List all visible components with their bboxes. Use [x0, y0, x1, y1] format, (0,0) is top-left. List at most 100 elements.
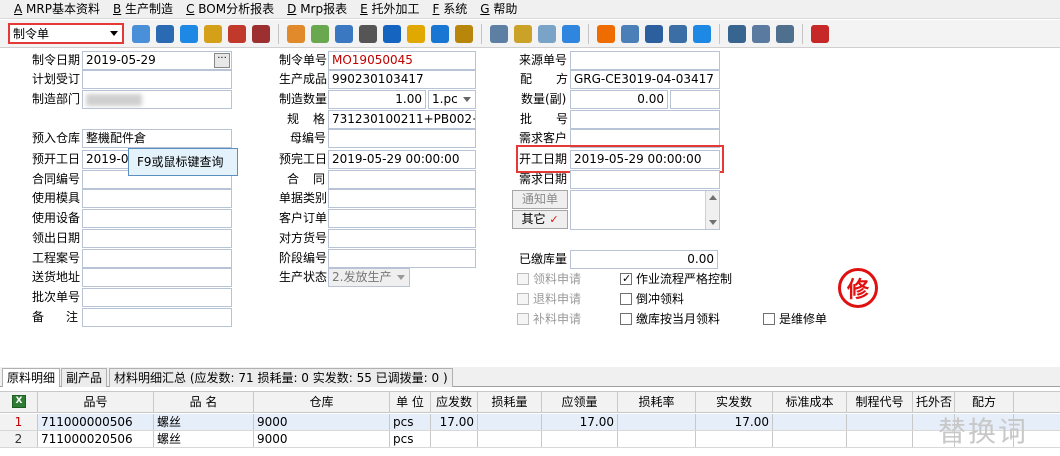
close-window-icon[interactable]	[752, 25, 770, 43]
table-cell[interactable]: 9000	[254, 431, 390, 447]
briefcase-icon[interactable]	[228, 25, 246, 43]
doc-type-field[interactable]	[328, 189, 476, 208]
arrow-icon[interactable]	[359, 25, 377, 43]
check-icon[interactable]	[562, 25, 580, 43]
stocked-qty-field[interactable]: 0.00	[570, 250, 718, 269]
table-cell[interactable]: 17.00	[696, 414, 773, 430]
demand-date-field[interactable]	[570, 170, 720, 189]
notice-button[interactable]: 通知单	[512, 190, 568, 209]
cart-icon[interactable]	[431, 25, 449, 43]
cust-part-field[interactable]	[328, 229, 476, 248]
print-icon[interactable]	[252, 25, 270, 43]
restore-icon[interactable]	[776, 25, 794, 43]
table-cell[interactable]	[431, 431, 478, 447]
table-cell[interactable]	[542, 431, 618, 447]
menu-item-c[interactable]: C BOM分析报表	[180, 0, 281, 19]
table-cell[interactable]	[618, 414, 696, 430]
tab-material-summary[interactable]: 材料明细汇总 (应发数: 71 损耗量: 0 实发数: 55 已调拨量: 0 )	[109, 368, 453, 387]
cust-order-field[interactable]	[328, 209, 476, 228]
menu-item-f[interactable]: F 系统	[427, 0, 475, 19]
qty-field[interactable]: 1.00	[328, 90, 426, 109]
search-icon[interactable]	[621, 25, 639, 43]
table-cell[interactable]	[478, 431, 542, 447]
checkbox-6[interactable]	[763, 313, 775, 325]
column-header[interactable]: 实发数	[696, 392, 773, 412]
excel-export-cell[interactable]: X	[0, 392, 38, 412]
table-cell[interactable]	[478, 414, 542, 430]
date-picker-button[interactable]: ···	[214, 53, 230, 68]
scroll-up-icon[interactable]	[709, 195, 717, 200]
table-cell[interactable]: 9000	[254, 414, 390, 430]
plan-finish-field[interactable]: 2019-05-29 00:00:00	[328, 150, 476, 169]
table-row[interactable]: 1 711000000506 螺丝 9000 pcs 17.00 17.00 17.00	[0, 414, 1060, 431]
download-icon[interactable]	[407, 25, 425, 43]
table-cell[interactable]	[618, 431, 696, 447]
qty-sub-field[interactable]: 0.00	[570, 90, 668, 109]
table-cell[interactable]	[773, 431, 847, 447]
project-field[interactable]	[82, 249, 232, 268]
table-cell[interactable]: 螺丝	[154, 431, 254, 447]
column-header[interactable]: 应领量	[542, 392, 618, 412]
table-cell[interactable]: pcs	[390, 431, 431, 447]
order-date-field[interactable]: 2019-05-29	[82, 51, 232, 70]
qty-sub-unit-field[interactable]	[670, 90, 720, 109]
checkbox-1[interactable]: ✓	[620, 272, 632, 285]
monitor-icon[interactable]	[669, 25, 687, 43]
prod-status-select[interactable]: 2.发放生产	[328, 268, 410, 287]
other-button[interactable]: 其它 ✓	[512, 210, 568, 229]
money-icon[interactable]	[455, 25, 473, 43]
column-header[interactable]: 制程代号	[847, 392, 913, 412]
column-header[interactable]: 品号	[38, 392, 154, 412]
stage-field[interactable]	[328, 249, 476, 268]
mail-icon[interactable]	[311, 25, 329, 43]
help-icon[interactable]	[383, 25, 401, 43]
sync-icon[interactable]	[693, 25, 711, 43]
excel-icon[interactable]: X	[12, 395, 26, 408]
scrollbar[interactable]	[705, 191, 719, 229]
column-header[interactable]: 品 名	[154, 392, 254, 412]
notes-textarea[interactable]	[570, 190, 720, 230]
upload-icon[interactable]	[335, 25, 353, 43]
product-field[interactable]: 990230103417	[328, 70, 476, 89]
table-cell[interactable]	[773, 414, 847, 430]
batch-no-field[interactable]	[570, 110, 720, 129]
table-cell[interactable]: pcs	[390, 414, 431, 430]
menu-item-g[interactable]: G 帮助	[474, 0, 524, 19]
qty-unit-select[interactable]: 1.pc	[428, 90, 476, 109]
order-no-field[interactable]: MO19050045	[328, 51, 476, 70]
column-header[interactable]: 损耗量	[478, 392, 542, 412]
menu-item-a[interactable]: A MRP基本资料	[8, 0, 107, 19]
copy-icon[interactable]	[132, 25, 150, 43]
column-header[interactable]: 标准成本	[773, 392, 847, 412]
plan-dept-field[interactable]	[82, 70, 232, 89]
doc-type-select[interactable]: 制令单	[8, 23, 124, 44]
users-icon[interactable]	[287, 25, 305, 43]
table-row[interactable]: 2 711000020506 螺丝 9000 pcs	[0, 431, 1060, 448]
menu-item-b[interactable]: B 生产制造	[107, 0, 180, 19]
column-header[interactable]: 单 位	[390, 392, 431, 412]
tree-icon[interactable]	[645, 25, 663, 43]
table-cell[interactable]: 螺丝	[154, 414, 254, 430]
checkbox-0[interactable]	[517, 273, 529, 285]
folder-icon[interactable]	[514, 25, 532, 43]
spec-field[interactable]: 731230100211+PB002+G	[328, 110, 476, 129]
pick-date-field[interactable]	[82, 229, 232, 248]
checkbox-2[interactable]	[517, 293, 529, 305]
window-icon[interactable]	[728, 25, 746, 43]
source-no-field[interactable]	[570, 51, 720, 70]
parent-no-field[interactable]	[328, 129, 476, 148]
checkbox-5[interactable]	[620, 313, 632, 325]
menu-item-e[interactable]: E 托外加工	[354, 0, 426, 19]
phone-icon[interactable]	[180, 25, 198, 43]
table-cell[interactable]	[847, 414, 913, 430]
table-cell[interactable]: 17.00	[542, 414, 618, 430]
bell-icon[interactable]	[597, 25, 615, 43]
checkbox-4[interactable]	[517, 313, 529, 325]
column-header[interactable]: 配方	[955, 392, 1014, 412]
column-header[interactable]: 应发数	[431, 392, 478, 412]
exit-icon[interactable]	[811, 25, 829, 43]
table-cell[interactable]: 711000000506	[38, 414, 154, 430]
column-header[interactable]: 损耗率	[618, 392, 696, 412]
remark-field[interactable]	[82, 308, 232, 327]
docs-icon[interactable]	[538, 25, 556, 43]
